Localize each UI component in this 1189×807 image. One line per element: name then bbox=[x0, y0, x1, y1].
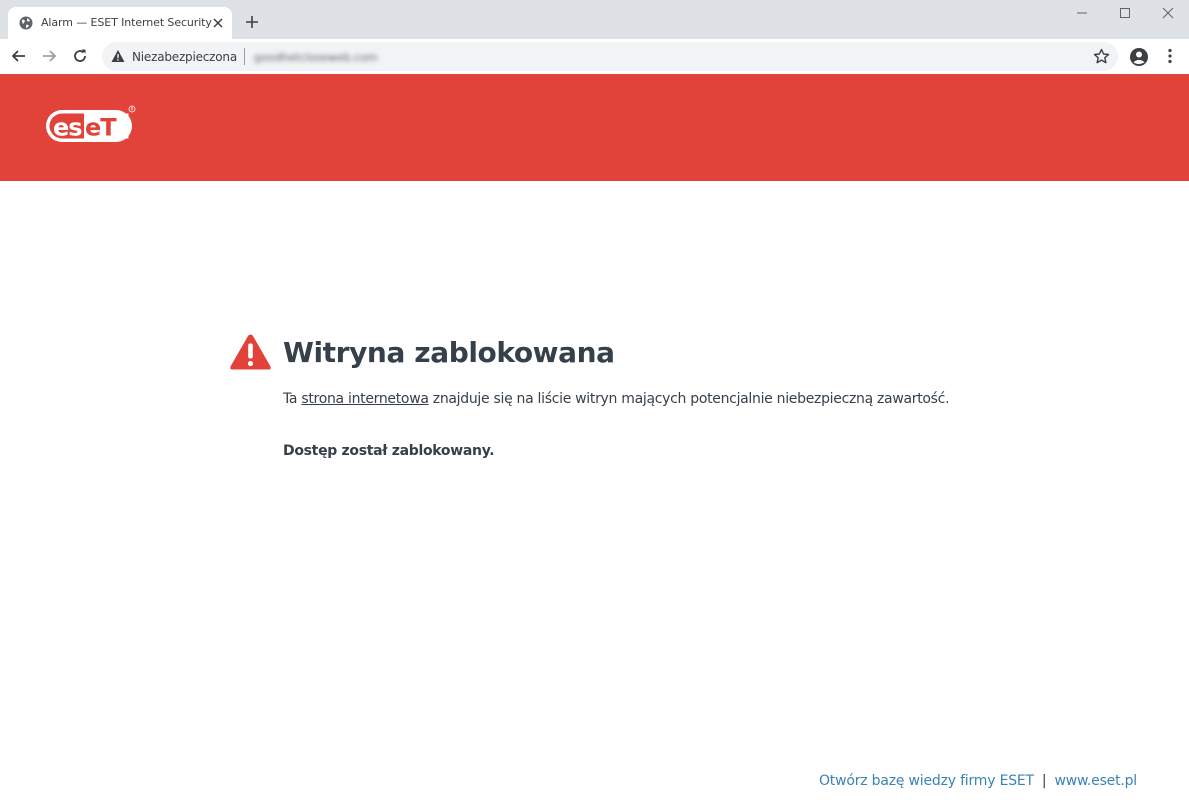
eset-header-banner bbox=[0, 74, 1189, 181]
eset-site-link[interactable]: www.eset.pl bbox=[1054, 773, 1137, 789]
footer-divider: | bbox=[1041, 773, 1047, 789]
security-status-label[interactable]: Niezabezpieczona bbox=[132, 50, 237, 64]
block-description: Ta strona internetowa znajduje się na li… bbox=[283, 391, 950, 407]
bookmark-star-icon[interactable] bbox=[1093, 48, 1110, 65]
page-title: Witryna zablokowana bbox=[283, 336, 615, 369]
url-text[interactable]: goodhetcloseweb.com bbox=[254, 51, 378, 64]
svg-text:eT: eT bbox=[85, 114, 117, 142]
browser-menu-icon[interactable] bbox=[1161, 47, 1179, 65]
access-blocked-message: Dostęp został zablokowany. bbox=[283, 443, 495, 459]
new-tab-icon[interactable] bbox=[244, 14, 260, 30]
tab-title: Alarm — ESET Internet Security bbox=[41, 16, 212, 29]
not-secure-warning-icon[interactable] bbox=[111, 49, 125, 63]
warning-triangle-icon bbox=[230, 334, 271, 370]
description-suffix: znajduje się na liście witryn mających p… bbox=[432, 391, 950, 407]
reload-icon[interactable] bbox=[71, 47, 89, 65]
footer-links: Otwórz bazę wiedzy firmy ESET | www.eset.p… bbox=[819, 773, 1137, 789]
eset-logo: es eT R bbox=[46, 105, 136, 142]
description-prefix: Ta bbox=[283, 391, 298, 407]
address-bar[interactable]: Niezabezpieczona goodhetcloseweb.com bbox=[102, 42, 1118, 71]
browser-tabstrip: Alarm — ESET Internet Security bbox=[0, 0, 1189, 39]
globe-icon bbox=[19, 16, 33, 30]
knowledge-base-link[interactable]: Otwórz bazę wiedzy firmy ESET bbox=[819, 773, 1034, 789]
browser-tab[interactable]: Alarm — ESET Internet Security bbox=[8, 7, 232, 39]
back-arrow-icon[interactable] bbox=[10, 47, 28, 65]
profile-avatar-icon[interactable] bbox=[1129, 47, 1149, 67]
omnibox-separator bbox=[244, 48, 245, 65]
svg-text:es: es bbox=[53, 114, 82, 142]
window-close-icon[interactable] bbox=[1159, 4, 1177, 22]
page-content bbox=[0, 181, 1189, 807]
tab-close-icon[interactable] bbox=[210, 15, 226, 31]
maximize-icon[interactable] bbox=[1116, 4, 1134, 22]
minimize-icon[interactable] bbox=[1073, 4, 1091, 22]
browser-toolbar: Niezabezpieczona goodhetcloseweb.com bbox=[0, 39, 1189, 74]
forward-arrow-icon[interactable] bbox=[40, 47, 58, 65]
website-link[interactable]: strona internetowa bbox=[301, 391, 429, 407]
svg-text:R: R bbox=[131, 106, 134, 111]
